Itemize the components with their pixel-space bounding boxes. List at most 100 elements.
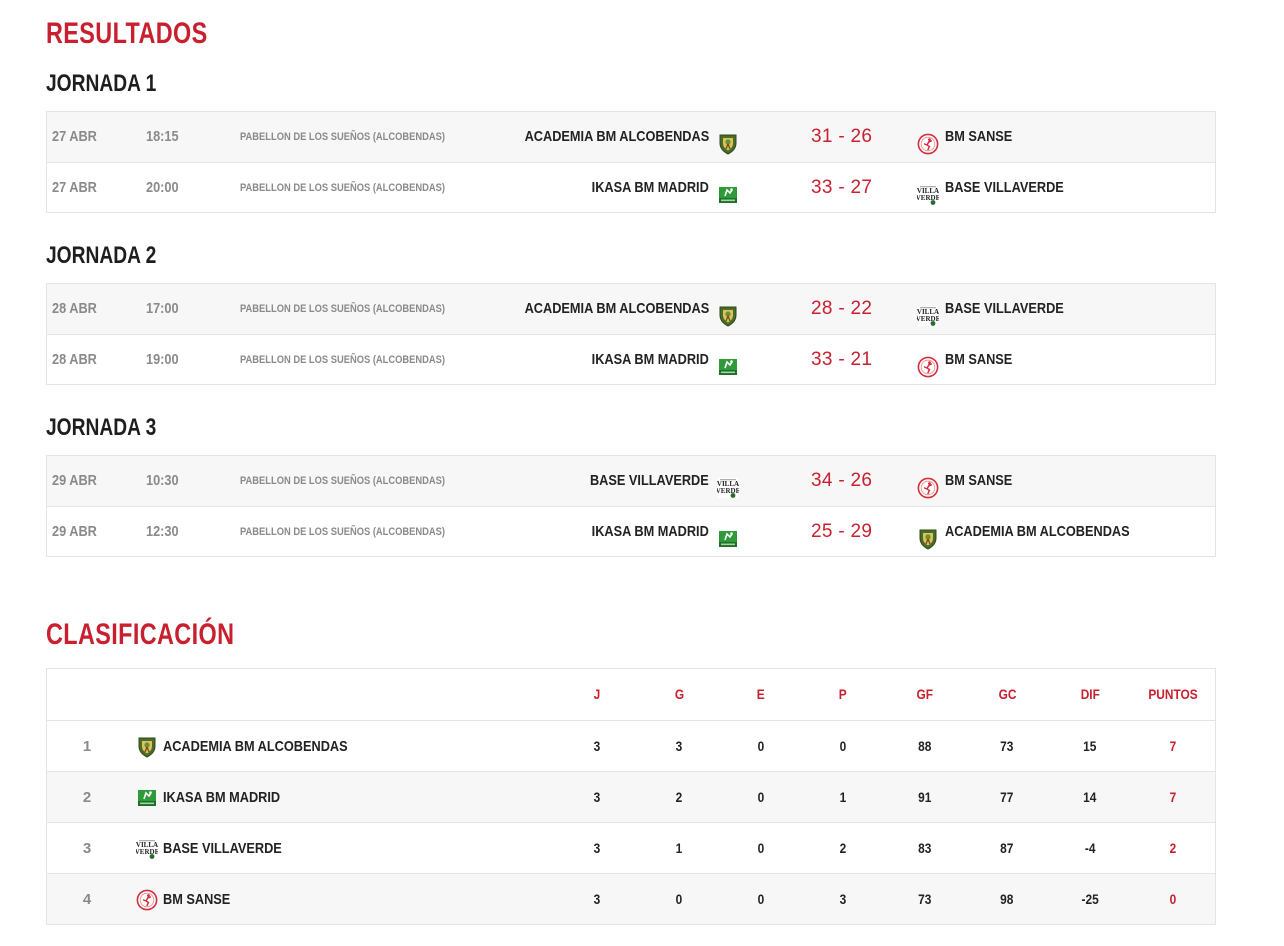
alcobendas-shield-icon: [136, 736, 158, 758]
match-venue: PABELLON DE LOS SUEÑOS (ALCOBENDAS): [240, 475, 446, 487]
col-dif: DIF: [1080, 686, 1100, 702]
stat-dif: 14: [1083, 789, 1097, 805]
away-team[interactable]: BM SANSE: [917, 335, 1024, 385]
standings-row[interactable]: 3 VILLA VERDE BASE VILLAVERDE 3 1 0 2 83 8…: [47, 822, 1215, 873]
stat-dif: -25: [1081, 891, 1099, 907]
home-team-name: ACADEMIA BM ALCOBENDAS: [524, 128, 709, 145]
sanse-crest-icon: [136, 889, 158, 911]
stat-gf: 83: [918, 840, 932, 856]
match-time: 18:15: [146, 128, 179, 145]
ikasa-badge-icon: [717, 521, 739, 547]
position: 4: [82, 891, 92, 908]
match-date: 28 ABR: [52, 300, 97, 317]
round-title: JORNADA 2: [46, 242, 157, 269]
team[interactable]: ACADEMIA BM ALCOBENDAS: [136, 721, 380, 772]
home-team[interactable]: BASE VILLAVERDE VILLA VERDE: [569, 456, 741, 506]
stat-e: 0: [757, 891, 765, 907]
stat-dif: -4: [1084, 840, 1096, 856]
match-score[interactable]: 34 - 26: [811, 456, 872, 506]
position: 3: [82, 840, 92, 857]
stat-gf: 91: [918, 789, 932, 805]
away-team[interactable]: BM SANSE: [917, 112, 1024, 162]
villaverde-logo-icon: VILLA VERDE: [916, 177, 941, 205]
home-team-name: IKASA BM MADRID: [591, 179, 709, 196]
team-name: BM SANSE: [163, 891, 231, 908]
svg-text:VERDE: VERDE: [917, 194, 939, 202]
stat-gc: 87: [1000, 840, 1014, 856]
match-score[interactable]: 31 - 26: [811, 112, 872, 162]
team[interactable]: BM SANSE: [136, 874, 242, 925]
home-team[interactable]: ACADEMIA BM ALCOBENDAS: [492, 284, 739, 334]
away-team-name: ACADEMIA BM ALCOBENDAS: [945, 523, 1130, 540]
match-venue: PABELLON DE LOS SUEÑOS (ALCOBENDAS): [240, 526, 446, 538]
villaverde-logo-icon: VILLA VERDE: [135, 838, 160, 860]
match-row[interactable]: 27 ABR 18:15 PABELLON DE LOS SUEÑOS (ALC…: [47, 112, 1215, 162]
position: 1: [82, 738, 92, 755]
match-date: 27 ABR: [52, 179, 97, 196]
match-row[interactable]: 29 ABR 12:30 PABELLON DE LOS SUEÑOS (ALC…: [47, 506, 1215, 556]
col-gc: GC: [998, 686, 1016, 702]
stat-e: 0: [757, 840, 765, 856]
match-row[interactable]: 28 ABR 17:00 PABELLON DE LOS SUEÑOS (ALC…: [47, 284, 1215, 334]
standings-title: CLASIFICACIÓN: [46, 618, 235, 651]
away-team-name: BASE VILLAVERDE: [945, 300, 1064, 317]
match-time: 12:30: [146, 523, 179, 540]
match-score[interactable]: 33 - 27: [811, 163, 872, 213]
sanse-crest-icon: [917, 349, 939, 378]
team-name: IKASA BM MADRID: [163, 789, 281, 806]
ikasa-badge-icon: [717, 349, 739, 375]
home-team[interactable]: IKASA BM MADRID: [571, 507, 739, 557]
alcobendas-shield-icon: [717, 298, 739, 327]
home-team[interactable]: IKASA BM MADRID: [571, 335, 739, 385]
match-time: 17:00: [146, 300, 179, 317]
away-team-name: BASE VILLAVERDE: [945, 179, 1064, 196]
standings-row[interactable]: 1 ACADEMIA BM ALCOBENDAS 3 3 0 0 88 73 1…: [47, 720, 1215, 771]
away-team[interactable]: VILLA VERDE BASE VILLAVERDE: [916, 163, 1085, 213]
stat-j: 3: [593, 738, 601, 754]
team[interactable]: IKASA BM MADRID: [136, 772, 301, 823]
match-row[interactable]: 29 ABR 10:30 PABELLON DE LOS SUEÑOS (ALC…: [47, 456, 1215, 506]
standings-row[interactable]: 2 IKASA BM MADRID 3 2 0 1 91 77 14 7: [47, 771, 1215, 822]
stat-j: 3: [593, 891, 601, 907]
stat-puntos: 7: [1169, 789, 1177, 805]
stat-j: 3: [593, 840, 601, 856]
team[interactable]: VILLA VERDE BASE VILLAVERDE: [135, 823, 303, 874]
match-date: 29 ABR: [52, 523, 97, 540]
team-name: ACADEMIA BM ALCOBENDAS: [163, 738, 348, 755]
away-team[interactable]: ACADEMIA BM ALCOBENDAS: [917, 507, 1162, 557]
home-team-name: IKASA BM MADRID: [591, 523, 709, 540]
col-puntos: PUNTOS: [1148, 686, 1198, 702]
sanse-crest-icon: [917, 470, 939, 499]
ikasa-badge-icon: [136, 787, 158, 809]
standings-row[interactable]: 4 BM SANSE 3 0 0 3 73 98 -25 0: [47, 873, 1215, 924]
ikasa-badge-icon: [717, 177, 739, 203]
match-score[interactable]: 33 - 21: [811, 335, 872, 385]
matches-table: 29 ABR 10:30 PABELLON DE LOS SUEÑOS (ALC…: [46, 455, 1216, 557]
match-row[interactable]: 28 ABR 19:00 PABELLON DE LOS SUEÑOS (ALC…: [47, 334, 1215, 384]
stat-e: 0: [757, 738, 765, 754]
home-team[interactable]: ACADEMIA BM ALCOBENDAS: [492, 112, 739, 162]
stat-g: 3: [675, 738, 683, 754]
col-g: G: [674, 686, 684, 702]
match-row[interactable]: 27 ABR 20:00 PABELLON DE LOS SUEÑOS (ALC…: [47, 162, 1215, 212]
match-score[interactable]: 28 - 22: [811, 284, 872, 334]
stat-p: 3: [839, 891, 847, 907]
svg-text:VERDE: VERDE: [717, 487, 739, 495]
away-team[interactable]: VILLA VERDE BASE VILLAVERDE: [916, 284, 1085, 334]
stat-puntos: 7: [1169, 738, 1177, 754]
alcobendas-shield-icon: [917, 521, 939, 550]
col-e: E: [757, 686, 765, 702]
away-team-name: BM SANSE: [945, 128, 1013, 145]
standings-table: J G E P GF GC DIF PUNTOS 1 ACADEMIA BM A…: [46, 668, 1216, 925]
sanse-crest-icon: [917, 126, 939, 155]
stat-g: 0: [675, 891, 683, 907]
villaverde-logo-icon: VILLA VERDE: [916, 298, 941, 326]
col-gf: GF: [916, 686, 934, 702]
home-team[interactable]: IKASA BM MADRID: [571, 163, 739, 213]
match-score[interactable]: 25 - 29: [811, 507, 872, 557]
stat-gf: 88: [918, 738, 932, 754]
stat-g: 1: [675, 840, 683, 856]
stat-j: 3: [593, 789, 601, 805]
away-team[interactable]: BM SANSE: [917, 456, 1024, 506]
svg-text:VERDE: VERDE: [917, 315, 939, 323]
